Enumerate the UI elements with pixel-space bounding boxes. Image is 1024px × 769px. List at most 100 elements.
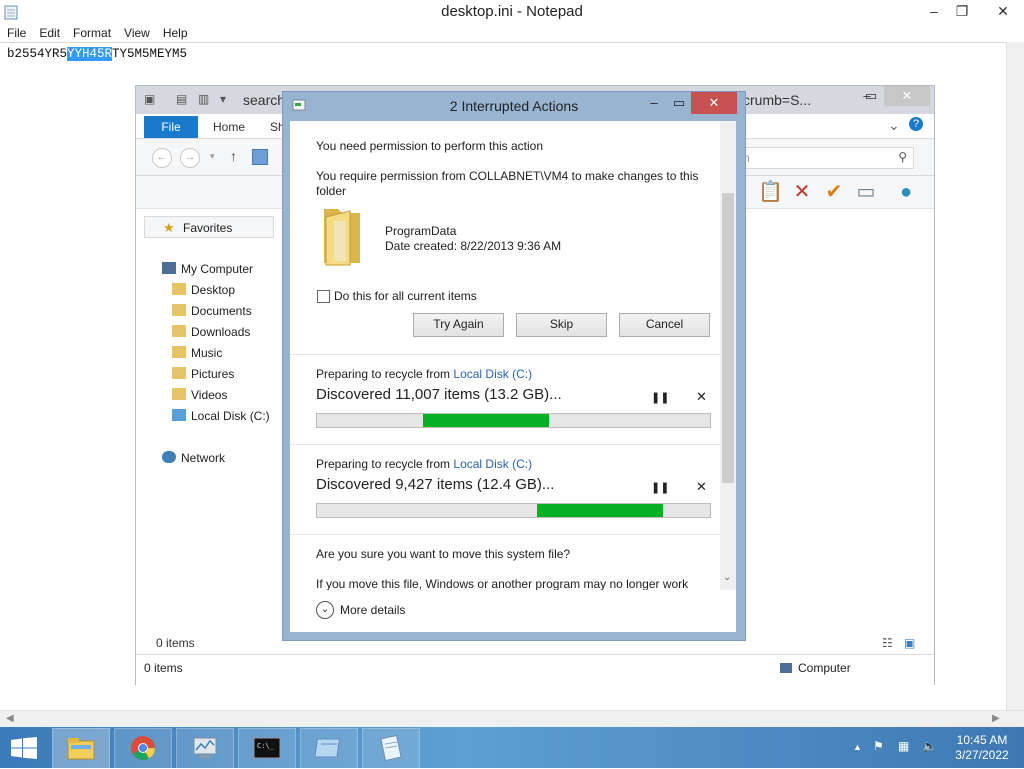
status-items: 0 items (144, 661, 183, 675)
restore-button[interactable]: ❐ (947, 0, 977, 22)
sidebar-label: Documents (191, 304, 252, 318)
folder-icon (324, 209, 360, 266)
menu-view[interactable]: View (124, 24, 150, 42)
apply-all-label: Do this for all current items (334, 289, 477, 303)
forward-icon[interactable]: → (180, 148, 200, 168)
windows-start-icon[interactable] (11, 737, 37, 759)
sidebar-item-music[interactable]: Music (172, 346, 222, 360)
large-icons-view-icon[interactable]: ▣ (904, 636, 915, 650)
sidebar-item-my-computer[interactable]: My Computer (162, 262, 253, 276)
folder-date: Date created: 8/22/2013 9:36 AM (385, 239, 562, 253)
notepad-text[interactable]: b2554YR5YYH45RTY5M5MEYM5 (7, 47, 187, 61)
clipped-message-area: If you move this file, Windows or anothe… (290, 569, 720, 590)
op2-description: Preparing to recycle from Local Disk (C:… (316, 457, 532, 471)
delete-icon[interactable]: ✕ (790, 180, 814, 204)
dialog-maximize-button[interactable]: ▭ (668, 92, 690, 114)
help-icon[interactable]: ? (909, 117, 923, 131)
taskbar-file-explorer[interactable] (52, 728, 110, 769)
apply-all-checkbox[interactable] (317, 290, 330, 303)
vertical-scrollbar[interactable] (1006, 42, 1024, 710)
recent-locations-icon[interactable]: ▾ (210, 151, 215, 162)
dialog-scroll-thumb[interactable] (722, 193, 734, 483)
pause-icon[interactable]: ❚❚ (651, 391, 669, 404)
taskbar-chrome[interactable] (114, 728, 172, 769)
folder-icon (172, 283, 186, 295)
skip-button[interactable]: Skip (516, 313, 607, 337)
sidebar-item-downloads[interactable]: Downloads (172, 325, 250, 339)
cancel-op-icon[interactable]: ✕ (696, 479, 707, 495)
cancel-op-icon[interactable]: ✕ (696, 389, 707, 405)
taskbar-command-prompt[interactable]: C:\_ (238, 728, 296, 769)
scroll-down-icon[interactable]: ⌄ (723, 572, 731, 583)
cancel-button[interactable]: Cancel (619, 313, 710, 337)
properties-icon[interactable]: ▤ (176, 92, 187, 106)
sidebar-item-pictures[interactable]: Pictures (172, 367, 234, 381)
search-icon[interactable]: ⚲ (898, 150, 907, 164)
op1-source-link[interactable]: Local Disk (C:) (453, 367, 532, 381)
horizontal-scrollbar[interactable]: ◀ ▶ (0, 710, 1024, 728)
chevron-down-icon[interactable]: ▾ (220, 92, 226, 106)
taskbar: C:\_ ▲ ⚑ ▦ 🔈 10:45 AM 3/27/2022 (0, 727, 1024, 769)
show-hidden-icons-icon[interactable]: ▲ (853, 742, 862, 752)
scroll-left-icon[interactable]: ◀ (6, 713, 14, 724)
svg-text:C:\_: C:\_ (257, 742, 275, 750)
minimize-button[interactable]: – (919, 0, 949, 22)
dialog-close-button[interactable]: ✕ (691, 92, 737, 114)
explorer-restore-button[interactable]: ▭ (858, 86, 884, 106)
sidebar-item-local-disk[interactable]: Local Disk (C:) (172, 409, 270, 423)
sidebar-label: Desktop (191, 283, 236, 297)
details-view-icon[interactable]: ☷ (882, 636, 893, 650)
sidebar-label: Videos (191, 388, 228, 402)
action-center-icon[interactable]: ⚑ (873, 739, 884, 753)
text-selection: YYH45R (67, 47, 113, 61)
menu-edit[interactable]: Edit (39, 24, 60, 42)
sidebar-item-desktop[interactable]: Desktop (172, 283, 235, 297)
sidebar-item-videos[interactable]: Videos (172, 388, 227, 402)
divider (290, 534, 720, 535)
paste-icon[interactable]: 📋 (758, 180, 783, 204)
taskbar-app-window[interactable] (300, 728, 358, 769)
pause-icon[interactable]: ❚❚ (651, 481, 669, 494)
taskbar-app-monitor[interactable] (176, 728, 234, 769)
folder-icon (172, 367, 186, 379)
confirm-detail: If you move this file, Windows or anothe… (316, 577, 689, 590)
quick-access-icon[interactable]: ▣ (144, 92, 155, 106)
tab-file[interactable]: File (144, 116, 198, 138)
favorites-header[interactable]: ★ Favorites (144, 216, 274, 238)
op1-description: Preparing to recycle from Local Disk (C:… (316, 367, 532, 381)
try-again-button[interactable]: Try Again (413, 313, 504, 337)
check-icon[interactable]: ✔ (822, 180, 846, 204)
menu-format[interactable]: Format (73, 24, 111, 42)
op1-prefix: Preparing to recycle from (316, 367, 454, 381)
menu-help[interactable]: Help (163, 24, 188, 42)
notepad-titlebar: desktop.ini - Notepad – ❐ ✕ (0, 0, 1024, 24)
op2-progress (316, 503, 711, 518)
more-details-link[interactable]: More details (340, 603, 405, 617)
tab-home[interactable]: Home (213, 120, 245, 134)
status-bar: 0 items Computer (136, 654, 934, 685)
new-folder-icon[interactable]: ▥ (198, 92, 209, 106)
back-icon[interactable]: ← (152, 148, 172, 168)
network-status-icon[interactable]: ▦ (898, 739, 909, 753)
close-button[interactable]: ✕ (984, 0, 1022, 22)
search-input[interactable]: rch ⚲ (726, 147, 914, 169)
sidebar-item-documents[interactable]: Documents (172, 304, 252, 318)
dialog-scrollbar[interactable]: ⌄ (720, 121, 736, 590)
taskbar-notepad[interactable] (362, 728, 420, 769)
up-icon[interactable]: ↑ (230, 148, 237, 164)
chevron-down-icon[interactable]: ⌄ (316, 601, 334, 619)
op2-source-link[interactable]: Local Disk (C:) (453, 457, 532, 471)
scroll-right-icon[interactable]: ▶ (992, 713, 1000, 724)
rename-icon[interactable]: ▭ (854, 180, 878, 204)
dialog-body: You need permission to perform this acti… (290, 121, 736, 632)
ribbon-expand-icon[interactable]: ⌄ (888, 117, 900, 134)
sidebar-item-network[interactable]: Network (162, 451, 225, 465)
folder-icon (172, 304, 186, 316)
system-clock[interactable]: 10:45 AM 3/27/2022 (950, 733, 1014, 763)
dialog-minimize-button[interactable]: – (643, 92, 665, 114)
explorer-close-button[interactable]: ✕ (884, 86, 930, 106)
menu-file[interactable]: File (7, 24, 26, 42)
globe-icon[interactable]: ● (894, 180, 918, 204)
volume-muted-icon[interactable]: 🔈 (922, 739, 937, 753)
explorer-title-tail: xcrumb=S... (736, 92, 812, 108)
